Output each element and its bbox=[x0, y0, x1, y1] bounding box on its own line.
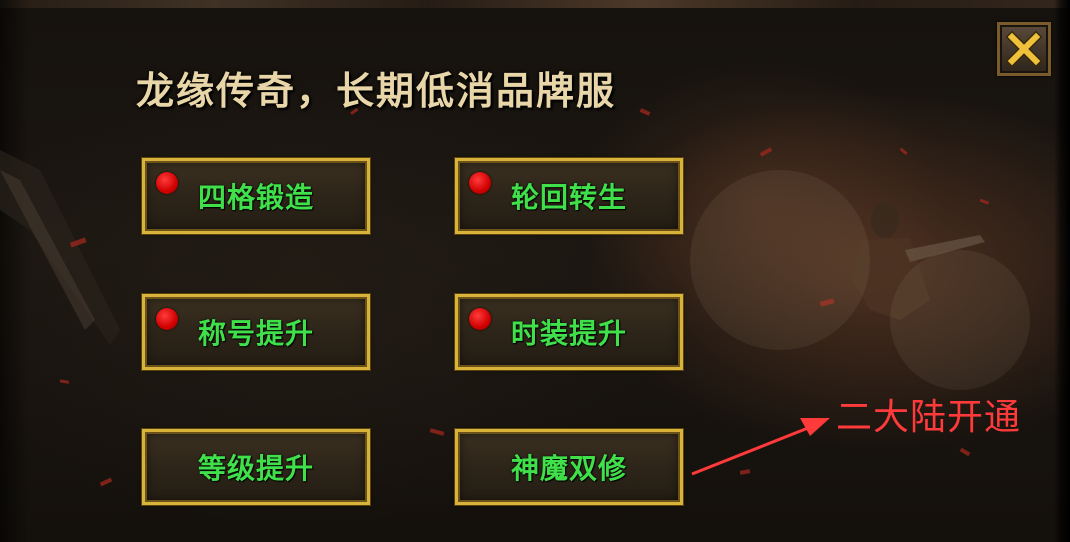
game-dialog-panel: 龙缘传奇，长期低消品牌服 四格锻造 轮回转生 称号提升 时装提升 等级提升 神魔… bbox=[0, 0, 1070, 542]
annotation-text: 二大陆开通 bbox=[836, 397, 1022, 438]
annotation-arrow bbox=[691, 418, 830, 476]
